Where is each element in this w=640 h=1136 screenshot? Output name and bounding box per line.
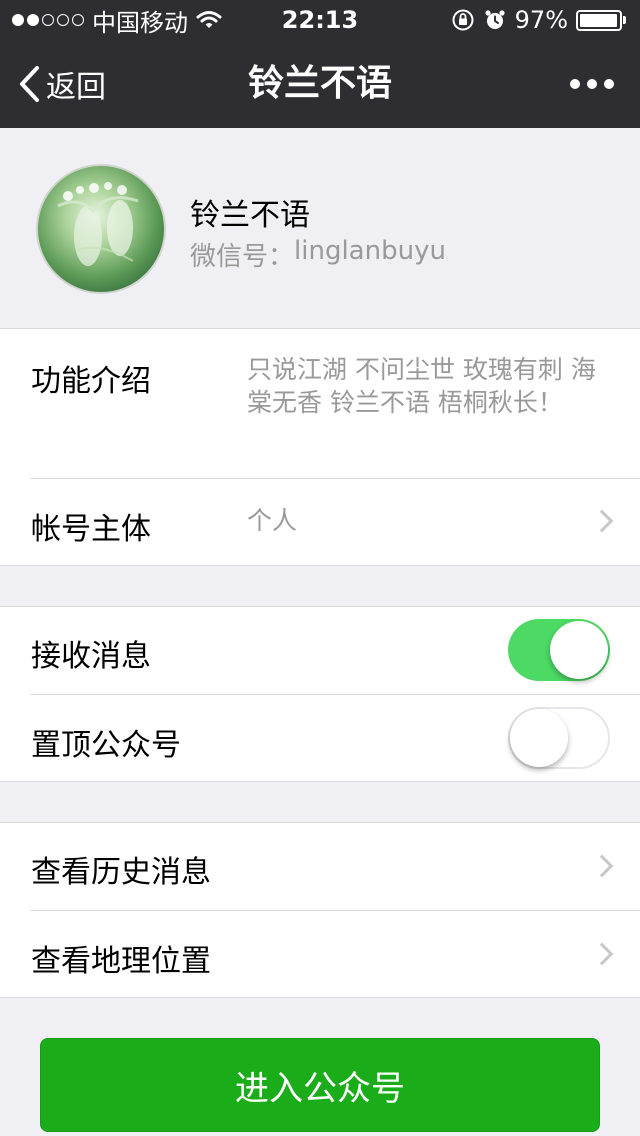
enter-official-account-button[interactable]: 进入公众号: [40, 1038, 600, 1132]
history-row[interactable]: 查看历史消息: [0, 823, 640, 910]
receive-messages-row: 接收消息: [0, 607, 640, 694]
signal-dot: [12, 14, 24, 26]
location-row[interactable]: 查看地理位置: [0, 910, 640, 997]
receive-messages-toggle[interactable]: [508, 619, 610, 681]
alarm-icon: [485, 10, 505, 29]
profile-name: 铃兰不语: [190, 198, 310, 233]
intro-label: 功能介绍: [31, 364, 151, 399]
account-label: 帐号主体: [31, 512, 151, 547]
more-dots-icon: [587, 79, 597, 89]
pin-account-row: 置顶公众号: [0, 694, 640, 781]
carrier-name: 中国移动: [92, 8, 188, 37]
receive-messages-label: 接收消息: [31, 639, 151, 674]
avatar[interactable]: [36, 164, 166, 294]
chevron-right-icon: [590, 942, 614, 966]
rotation-lock-icon: [452, 9, 474, 31]
navigation-bar: 返回 铃兰不语: [0, 40, 640, 128]
location-label: 查看地理位置: [31, 944, 211, 979]
avatar-image: [57, 182, 139, 266]
battery-percent: 97%: [514, 6, 568, 34]
battery-icon: [576, 9, 626, 31]
back-button[interactable]: 返回: [18, 40, 106, 128]
pin-account-label: 置顶公众号: [31, 728, 181, 763]
signal-strength-icon: [12, 14, 84, 26]
intro-row: 功能介绍 只说江湖 不问尘世 玫瑰有刺 海棠无香 铃兰不语 梧桐秋长！: [0, 329, 640, 478]
chevron-right-icon: [590, 854, 614, 878]
back-label: 返回: [46, 70, 106, 105]
account-row[interactable]: 帐号主体 个人: [0, 478, 640, 565]
pin-account-toggle[interactable]: [508, 707, 610, 769]
wifi-icon: [196, 11, 222, 28]
battery-fill: [580, 13, 617, 27]
wechat-id-value: linglanbuyu: [294, 236, 446, 266]
signal-dot: [27, 14, 39, 26]
account-value: 个人: [247, 506, 298, 535]
history-label: 查看历史消息: [31, 855, 211, 890]
status-right: 97%: [451, 6, 626, 34]
chevron-left-icon: [20, 66, 39, 102]
battery-body: [576, 9, 622, 31]
intro-value: 只说江湖 不问尘世 玫瑰有刺 海棠无香 铃兰不语 梧桐秋长！: [247, 355, 596, 417]
status-bar: 中国移动 22:13 97%: [0, 0, 640, 40]
signal-dot: [72, 14, 84, 26]
settings-card: 接收消息 置顶公众号: [0, 606, 640, 782]
toggle-knob: [510, 709, 568, 767]
wechat-id-label: 微信号：: [190, 242, 295, 272]
more-button[interactable]: [570, 40, 614, 128]
toggle-knob: [550, 621, 608, 679]
signal-dot: [57, 14, 69, 26]
profile-header: 铃兰不语 微信号： linglanbuyu: [0, 128, 640, 328]
battery-tip: [623, 16, 626, 24]
signal-dot: [42, 14, 54, 26]
wechat-id: 微信号： linglanbuyu: [190, 236, 446, 273]
status-left: 中国移动: [12, 3, 222, 38]
info-card: 功能介绍 只说江湖 不问尘世 玫瑰有刺 海棠无香 铃兰不语 梧桐秋长！ 帐号主体…: [0, 328, 640, 566]
more-dots-icon: [604, 79, 614, 89]
more-dots-icon: [570, 79, 580, 89]
chevron-right-icon: [590, 509, 614, 533]
history-card: 查看历史消息 查看地理位置: [0, 822, 640, 998]
